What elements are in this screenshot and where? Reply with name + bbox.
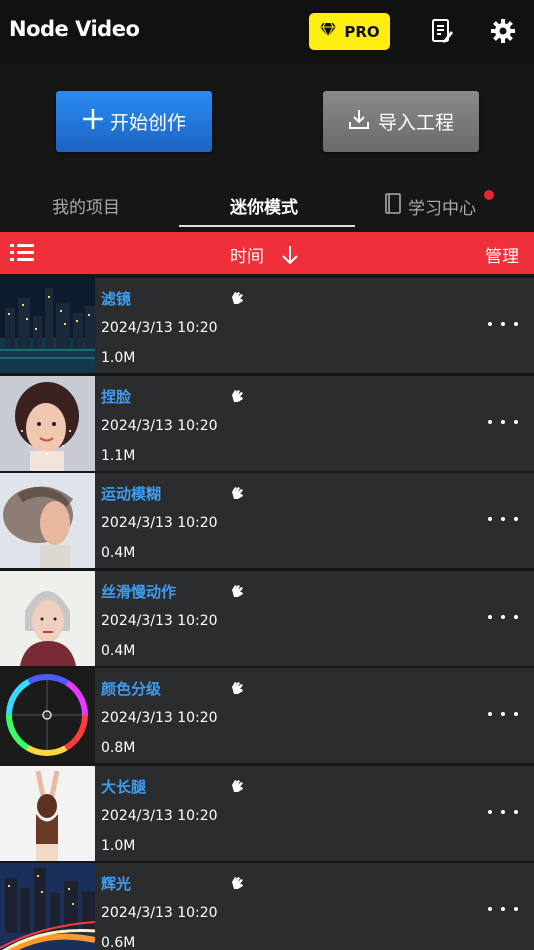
project-size: 0.6M [101,935,136,950]
plus-icon [82,108,104,135]
more-options-icon[interactable] [488,414,518,430]
project-date: 2024/3/13 10:20 [101,905,218,921]
action-area: 开始创作 导入工程 [0,64,534,174]
more-options-icon[interactable] [488,609,518,625]
tab-learning-center-label: 学习中心 [408,199,476,219]
project-item[interactable]: 大长腿 2024/3/13 10:20 1.0M [0,765,534,861]
start-creating-label: 开始创作 [109,112,186,134]
project-item[interactable]: 滤镜 2024/3/13 10:20 1.0M [0,278,534,373]
project-item[interactable]: 运动模糊 2024/3/13 10:20 0.4M [0,473,534,568]
project-name: 辉光 [101,875,132,893]
pro-label: PRO [344,22,380,41]
project-item[interactable]: 颜色分级 2024/3/13 10:20 0.8M [0,668,534,763]
notification-dot [484,190,494,200]
project-size: 0.8M [101,740,136,756]
diamond-icon [319,22,337,42]
project-size: 1.1M [101,447,136,464]
project-thumbnail[interactable] [0,765,95,861]
project-date: 2024/3/13 10:20 [101,612,218,629]
more-options-icon[interactable] [488,901,518,917]
hand-gesture-icon [230,874,246,889]
project-item[interactable]: 捏脸 2024/3/13 10:20 1.1M [0,375,534,471]
project-name: 大长腿 [101,777,147,796]
project-date: 2024/3/13 10:20 [101,515,218,531]
tab-my-projects[interactable]: 我的项目 [52,193,120,218]
more-options-icon[interactable] [488,706,518,722]
project-thumbnail[interactable] [0,375,95,471]
project-date: 2024/3/13 10:20 [101,710,218,726]
book-icon [384,193,402,220]
project-name: 捏脸 [101,387,132,406]
app-title: Node Video [9,17,140,41]
tab-mini-mode[interactable]: 迷你模式 [230,193,298,218]
import-project-button[interactable]: 导入工程 [323,91,479,152]
app-header: Node Video PRO [0,0,534,64]
more-options-icon[interactable] [488,316,518,332]
project-thumbnail[interactable] [0,278,95,373]
sort-label: 时间 [230,247,264,267]
pro-button[interactable]: PRO [309,13,390,50]
project-item[interactable]: 丝滑慢动作 2024/3/13 10:20 0.4M [0,570,534,666]
project-thumbnail[interactable] [0,668,95,763]
hand-gesture-icon [230,777,246,792]
project-size: 1.0M [101,837,136,854]
project-date: 2024/3/13 10:20 [101,807,218,824]
more-options-icon[interactable] [488,804,518,820]
tab-learning-center[interactable]: 学习中心 [384,193,476,220]
project-item[interactable]: 辉光 2024/3/13 10:20 0.6M [0,863,534,950]
project-name: 运动模糊 [101,485,162,503]
active-tab-indicator [179,225,355,227]
sort-by-time[interactable]: 时间 [230,242,299,270]
list-icon[interactable] [10,242,34,268]
project-thumbnail[interactable] [0,570,95,666]
manage-button[interactable]: 管理 [485,242,519,267]
hand-gesture-icon [230,484,246,499]
hand-gesture-icon [230,289,246,304]
more-options-icon[interactable] [488,511,518,527]
project-thumbnail[interactable] [0,863,95,950]
hand-gesture-icon [230,387,246,402]
project-thumbnail[interactable] [0,473,95,568]
project-name: 颜色分级 [101,680,162,698]
project-date: 2024/3/13 10:20 [101,320,218,336]
download-icon [348,108,370,135]
project-size: 0.4M [101,545,136,561]
arrow-down-icon [281,245,299,270]
document-edit-icon[interactable] [427,16,457,46]
start-creating-button[interactable]: 开始创作 [56,91,212,152]
tab-bar: 我的项目 迷你模式 学习中心 [0,174,534,232]
hand-gesture-icon [230,582,246,597]
project-size: 1.0M [101,350,136,366]
hand-gesture-icon [230,679,246,694]
project-name: 丝滑慢动作 [101,582,177,601]
project-name: 滤镜 [101,290,132,308]
sort-bar: 时间 管理 [0,232,534,274]
import-project-label: 导入工程 [377,112,454,134]
project-size: 0.4M [101,642,136,659]
project-date: 2024/3/13 10:20 [101,417,218,434]
gear-icon[interactable] [488,16,518,46]
